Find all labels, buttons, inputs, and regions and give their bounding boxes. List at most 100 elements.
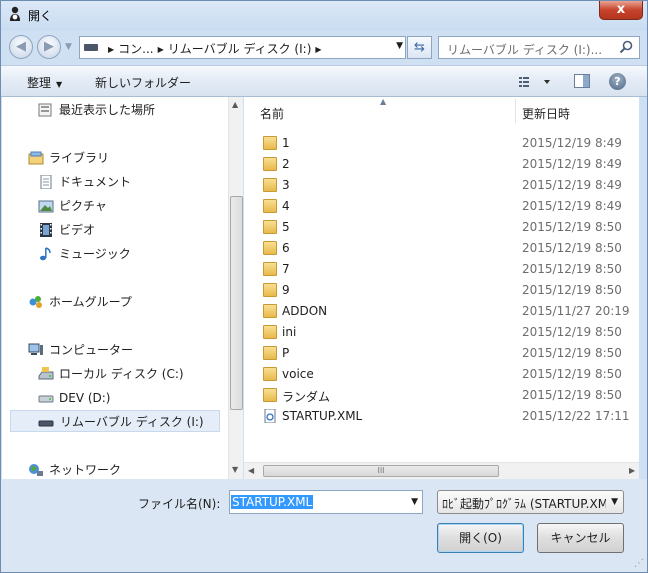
- file-row[interactable]: ADDON 2015/11/27 20:19: [244, 301, 639, 322]
- column-divider[interactable]: [515, 99, 516, 123]
- navigation-pane-scrollbar[interactable]: ▲ ▼: [228, 97, 243, 479]
- file-row[interactable]: P 2015/12/19 8:50: [244, 343, 639, 364]
- file-list-pane: ▲ 名前 更新日時 1 2015/12/19 8:49 2 2015/12/19 8:…: [244, 97, 639, 479]
- folder-icon: [263, 346, 277, 360]
- resize-grip-icon[interactable]: ⋰: [634, 558, 644, 569]
- homegroup-icon: [29, 296, 42, 308]
- library-icon: [28, 151, 44, 165]
- dialog-footer: ファイル名(N): STARTUP.XML ▼ ﾛﾋﾞ起動ﾌﾟﾛｸﾞﾗﾑ (ST…: [1, 479, 647, 572]
- back-button[interactable]: ◀: [9, 35, 33, 59]
- filename-input[interactable]: STARTUP.XML ▼: [229, 490, 423, 514]
- file-date-modified: 2015/12/19 8:50: [522, 262, 622, 276]
- scroll-down-icon[interactable]: ▼: [232, 465, 238, 474]
- column-header: ▲ 名前 更新日時: [244, 97, 639, 124]
- file-type-filter-select[interactable]: ﾛﾋﾞ起動ﾌﾟﾛｸﾞﾗﾑ (STARTUP.XML) ▼: [437, 490, 624, 514]
- file-row[interactable]: voice 2015/12/19 8:50: [244, 364, 639, 385]
- address-bar[interactable]: ▶ コン... ▶ リムーバブル ディスク (I:) ▶ ▼: [79, 36, 406, 59]
- navigation-pane: 最近表示した場所 ライブラリ ドキュメント ピクチャ ビデオ ミュージック ホー…: [2, 97, 243, 479]
- scroll-up-icon[interactable]: ▲: [232, 100, 238, 109]
- breadcrumb-separator-icon[interactable]: ▶: [158, 45, 164, 54]
- file-row[interactable]: 9 2015/12/19 8:50: [244, 280, 639, 301]
- documents-icon: [40, 175, 52, 189]
- nav-item-label: ネットワーク: [49, 463, 122, 477]
- file-row[interactable]: 1 2015/12/19 8:49: [244, 133, 639, 154]
- scroll-left-icon[interactable]: ◀: [248, 466, 254, 475]
- search-box[interactable]: リムーバブル ディスク (I:)...: [438, 36, 640, 59]
- scrollbar-thumb[interactable]: [230, 196, 243, 410]
- nav-item-label: ローカル ディスク (C:): [59, 367, 184, 381]
- computer-icon: [28, 343, 43, 355]
- chevron-down-icon: ▼: [611, 497, 618, 507]
- file-name: 1: [282, 136, 290, 150]
- organize-button[interactable]: 整理 ▼: [27, 74, 62, 91]
- chevron-down-icon: ▼: [56, 80, 63, 89]
- search-icon[interactable]: [619, 40, 633, 54]
- file-date-modified: 2015/11/27 20:19: [522, 304, 630, 318]
- preview-pane-icon[interactable]: [574, 74, 590, 88]
- folder-icon: [263, 325, 277, 339]
- help-icon[interactable]: ?: [609, 73, 626, 90]
- breadcrumb-separator-icon[interactable]: ▶: [315, 45, 321, 54]
- file-name: 9: [282, 283, 290, 297]
- forward-button[interactable]: ▶: [37, 35, 61, 59]
- nav-item-removable-disk-i[interactable]: リムーバブル ディスク (I:): [10, 410, 220, 432]
- file-name: ADDON: [282, 304, 328, 318]
- file-row[interactable]: 7 2015/12/19 8:50: [244, 259, 639, 280]
- file-row[interactable]: ini 2015/12/19 8:50: [244, 322, 639, 343]
- nav-item-label: ライブラリ: [49, 151, 110, 165]
- file-row[interactable]: STARTUP.XML 2015/12/22 17:11: [244, 406, 639, 427]
- nav-item-label: ピクチャ: [59, 199, 107, 213]
- folder-icon: [263, 220, 277, 234]
- file-name: 2: [282, 157, 290, 171]
- file-row[interactable]: 6 2015/12/19 8:50: [244, 238, 639, 259]
- file-date-modified: 2015/12/19 8:50: [522, 283, 622, 297]
- folder-icon: [263, 241, 277, 255]
- filename-label: ファイル名(N):: [138, 497, 221, 511]
- search-placeholder: リムーバブル ディスク (I:)...: [447, 43, 603, 57]
- file-date-modified: 2015/12/19 8:50: [522, 220, 622, 234]
- file-row[interactable]: 3 2015/12/19 8:49: [244, 175, 639, 196]
- folder-icon: [263, 199, 277, 213]
- change-view-icon[interactable]: [518, 73, 558, 91]
- file-row[interactable]: 4 2015/12/19 8:49: [244, 196, 639, 217]
- new-folder-button[interactable]: 新しいフォルダー: [95, 74, 191, 91]
- address-dropdown-icon[interactable]: ▼: [396, 41, 403, 51]
- file-row[interactable]: 5 2015/12/19 8:50: [244, 217, 639, 238]
- file-row[interactable]: ランダム 2015/12/19 8:50: [244, 385, 639, 406]
- navigation-bar: ◀ ▶ ▼ ▶ コン... ▶ リムーバブル ディスク (I:) ▶ ▼ ⇆ リムーバブ…: [1, 31, 647, 65]
- breadcrumb-computer[interactable]: コン...: [118, 42, 153, 56]
- nav-item-label: リムーバブル ディスク (I:): [60, 415, 204, 429]
- scrollbar-thumb[interactable]: III: [263, 465, 499, 477]
- cancel-button[interactable]: キャンセル: [537, 523, 624, 553]
- video-icon: [40, 223, 52, 237]
- file-date-modified: 2015/12/19 8:49: [522, 157, 622, 171]
- file-row[interactable]: 2 2015/12/19 8:49: [244, 154, 639, 175]
- breadcrumb-removable-disk[interactable]: リムーバブル ディスク (I:): [168, 42, 312, 56]
- folder-icon: [263, 262, 277, 276]
- scroll-right-icon[interactable]: ▶: [629, 466, 635, 475]
- forward-arrow-icon: ▶: [44, 39, 54, 54]
- breadcrumb-separator-icon[interactable]: ▶: [108, 45, 114, 54]
- file-name: 3: [282, 178, 290, 192]
- close-button[interactable]: x: [599, 1, 643, 20]
- column-header-name[interactable]: 名前: [260, 105, 284, 122]
- file-type-filter-value: ﾛﾋﾞ起動ﾌﾟﾛｸﾞﾗﾑ (STARTUP.XML): [442, 497, 606, 511]
- recent-locations-dropdown-icon[interactable]: ▼: [65, 42, 72, 52]
- back-arrow-icon: ◀: [16, 39, 26, 54]
- file-date-modified: 2015/12/19 8:50: [522, 241, 622, 255]
- file-name: STARTUP.XML: [282, 409, 363, 423]
- chevron-down-icon[interactable]: ▼: [411, 497, 418, 507]
- column-header-date-modified[interactable]: 更新日時: [522, 105, 570, 122]
- file-list-horizontal-scrollbar[interactable]: ◀ III ▶: [244, 462, 639, 479]
- file-date-modified: 2015/12/19 8:50: [522, 367, 622, 381]
- refresh-button[interactable]: ⇆: [407, 36, 432, 59]
- open-button[interactable]: 開く(O): [437, 523, 524, 553]
- nav-item-label: 最近表示した場所: [59, 103, 156, 117]
- folder-icon: [263, 388, 277, 402]
- nav-item-label: ビデオ: [59, 223, 96, 237]
- file-name: 7: [282, 262, 290, 276]
- nav-item-label: ミュージック: [59, 247, 131, 261]
- music-icon: [40, 247, 51, 261]
- scrollbar-grip: III: [377, 466, 385, 475]
- app-icon: [10, 6, 20, 21]
